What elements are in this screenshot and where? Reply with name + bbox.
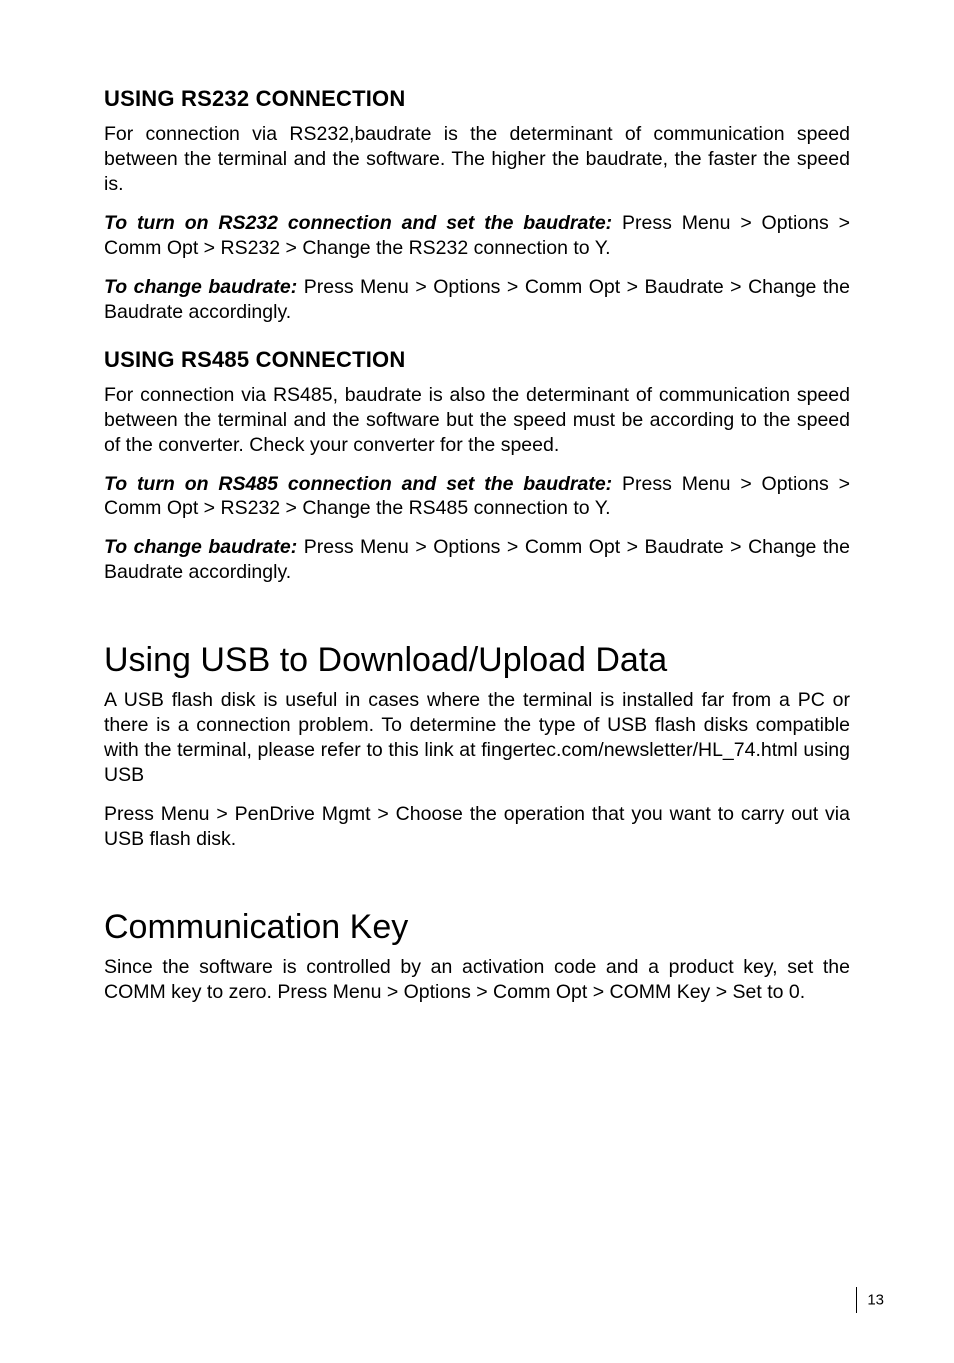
page-number: 13 — [867, 1292, 884, 1309]
body-text: For connection via RS485, baudrate is al… — [104, 383, 850, 458]
body-text: To turn on RS232 connection and set the … — [104, 211, 850, 261]
body-text: A USB flash disk is useful in cases wher… — [104, 688, 850, 788]
page-content: USING RS232 CONNECTION For connection vi… — [0, 0, 954, 1005]
heading-usb: Using USB to Download/Upload Data — [104, 641, 850, 680]
heading-rs232: USING RS232 CONNECTION — [104, 86, 850, 112]
heading-commkey: Communication Key — [104, 908, 850, 947]
inline-label: To turn on RS232 connection and set the … — [104, 212, 612, 234]
body-text: For connection via RS232,baudrate is the… — [104, 122, 850, 197]
inline-label: To turn on RS485 connection and set the … — [104, 473, 612, 495]
page-footer: 13 — [856, 1287, 884, 1313]
body-text: To turn on RS485 connection and set the … — [104, 472, 850, 522]
inline-label: To change baudrate: — [104, 536, 297, 558]
body-text: Press Menu > PenDrive Mgmt > Choose the … — [104, 802, 850, 852]
body-text: To change baudrate: Press Menu > Options… — [104, 535, 850, 585]
body-text: Since the software is controlled by an a… — [104, 955, 850, 1005]
heading-rs485: USING RS485 CONNECTION — [104, 347, 850, 373]
footer-divider — [856, 1287, 857, 1313]
body-text: To change baudrate: Press Menu > Options… — [104, 275, 850, 325]
inline-label: To change baudrate: — [104, 276, 297, 298]
